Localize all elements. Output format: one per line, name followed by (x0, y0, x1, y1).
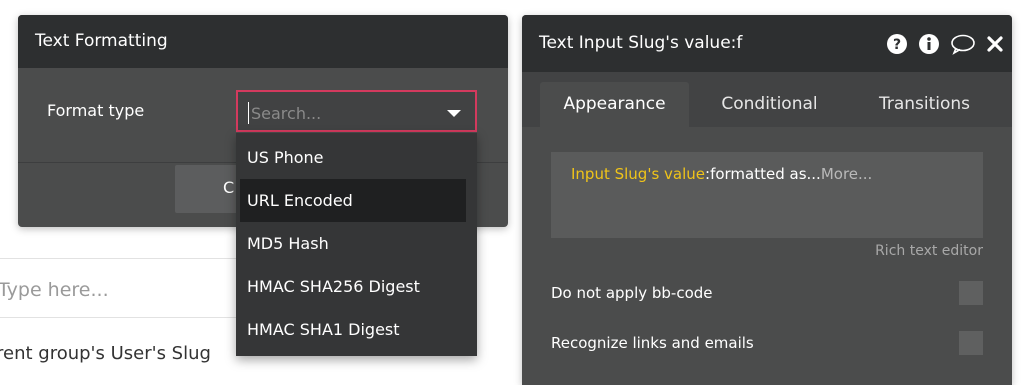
format-type-label: Format type (47, 101, 145, 120)
svg-text:?: ? (893, 37, 901, 53)
comment-icon[interactable] (950, 33, 976, 55)
text-expression-editor[interactable]: Input Slug's value:formatted as...More..… (551, 152, 983, 238)
property-editor-tabs: Appearance Conditional Transitions (522, 72, 1012, 127)
rich-text-editor-link[interactable]: Rich text editor (875, 243, 983, 259)
footer-button-label: C (223, 178, 235, 197)
close-icon[interactable] (986, 35, 1004, 53)
option-md5-hash[interactable]: MD5 Hash (240, 222, 466, 265)
format-search-input[interactable] (248, 102, 443, 124)
tab-appearance[interactable]: Appearance (540, 82, 689, 127)
bb-code-label: Do not apply bb-code (551, 284, 713, 302)
canvas-input-placeholder: Type here... (0, 279, 109, 301)
option-hmac-sha1-digest[interactable]: HMAC SHA1 Digest (240, 308, 466, 351)
format-type-dropdown[interactable] (236, 90, 477, 132)
links-emails-checkbox[interactable] (959, 331, 983, 355)
links-emails-label: Recognize links and emails (551, 334, 754, 352)
bb-code-row: Do not apply bb-code (551, 279, 983, 309)
property-editor-title: Text Input Slug's value:f (539, 33, 743, 53)
tab-conditional[interactable]: Conditional (702, 82, 837, 127)
property-editor-header[interactable]: Text Input Slug's value:f ? (522, 15, 1012, 72)
info-icon[interactable] (918, 33, 940, 55)
option-us-phone[interactable]: US Phone (240, 136, 466, 179)
canvas-text-input[interactable]: Type here... (0, 258, 238, 318)
format-options-list: US Phone URL Encoded MD5 Hash HMAC SHA25… (236, 133, 477, 356)
expression-operator[interactable]: :formatted as... (705, 165, 821, 183)
canvas-text-element[interactable]: rent group's User's Slug (0, 343, 211, 364)
bb-code-checkbox[interactable] (959, 281, 983, 305)
links-emails-row: Recognize links and emails (551, 329, 983, 359)
dynamic-source[interactable]: Input Slug's value (571, 165, 705, 183)
option-url-encoded[interactable]: URL Encoded (240, 179, 466, 222)
option-hmac-sha256-digest[interactable]: HMAC SHA256 Digest (240, 265, 466, 308)
tab-transitions[interactable]: Transitions (852, 82, 997, 127)
panel-title[interactable]: Text Formatting (18, 15, 508, 68)
more-link[interactable]: More... (821, 165, 873, 183)
property-editor-panel: Text Input Slug's value:f ? Appearance C… (522, 15, 1012, 385)
chevron-down-icon[interactable] (447, 110, 461, 117)
help-icon[interactable]: ? (886, 33, 908, 55)
